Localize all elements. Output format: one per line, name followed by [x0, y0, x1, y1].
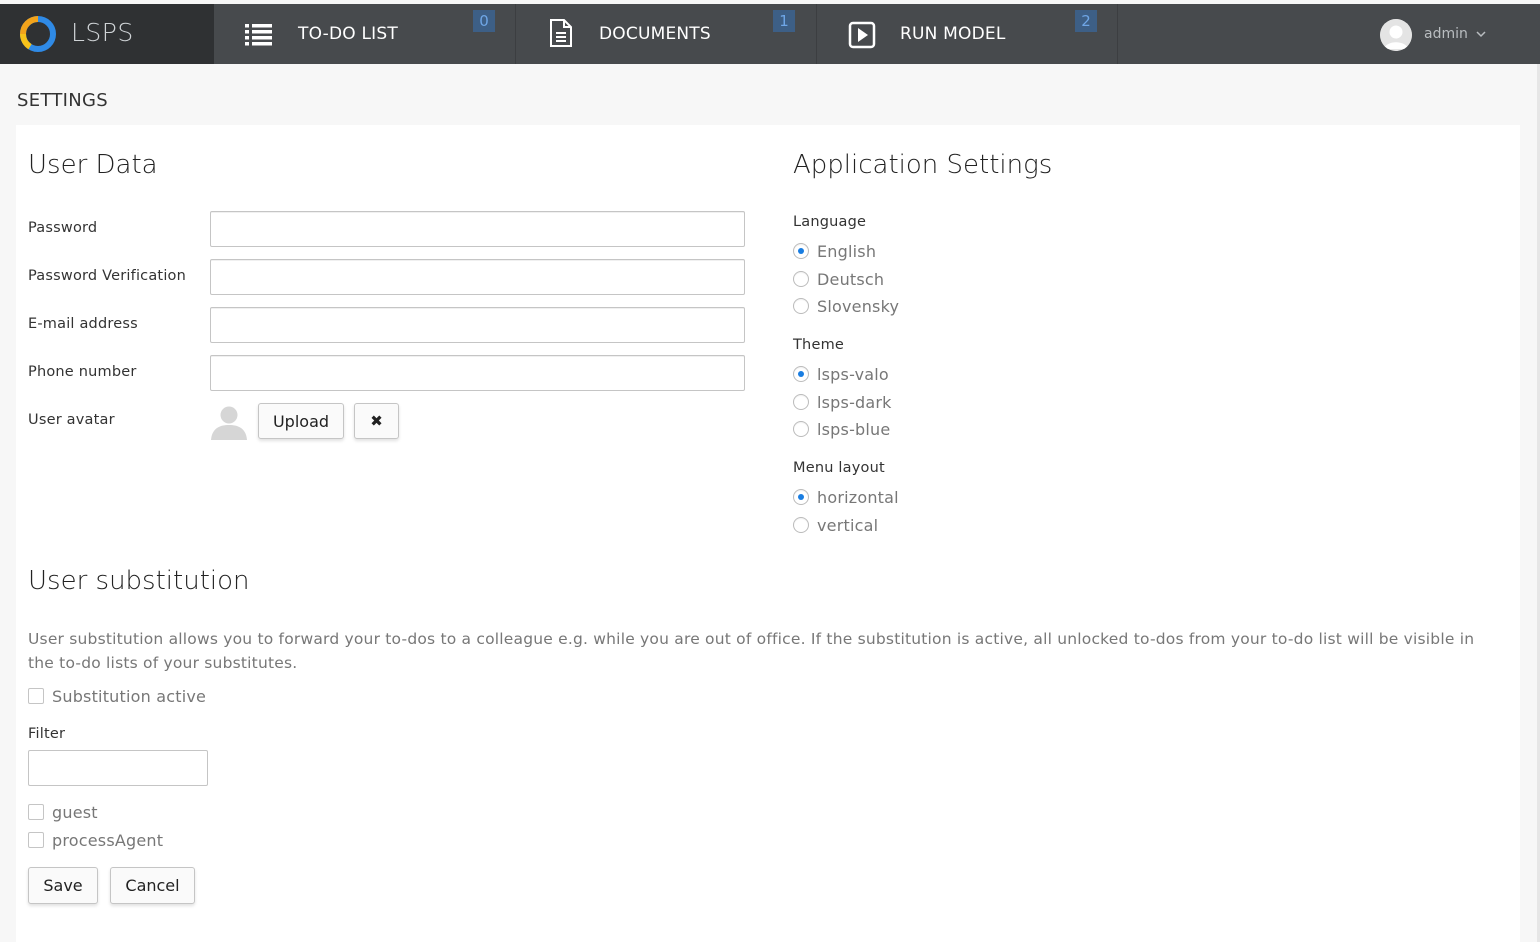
password-field[interactable]: [210, 211, 745, 247]
close-icon: ✖: [370, 412, 383, 430]
radio-label: lsps-dark: [817, 393, 892, 412]
nav-label: RUN MODEL: [900, 24, 1006, 44]
user-substitution-title: User substitution: [28, 566, 250, 596]
radio-unselected-icon: [793, 517, 809, 533]
radio-unselected-icon: [793, 421, 809, 437]
run-model-count-badge: 2: [1075, 10, 1097, 32]
radio-label: lsps-valo: [817, 365, 889, 384]
nav-label: TO-DO LIST: [298, 24, 398, 44]
application-settings-title: Application Settings: [793, 150, 1053, 180]
user-silhouette-icon: [1380, 19, 1412, 51]
nav-item-todo-list[interactable]: TO-DO LIST 0: [214, 4, 516, 64]
theme-label: Theme: [793, 337, 845, 353]
radio-unselected-icon: [793, 298, 809, 314]
page-title: SETTINGS: [17, 90, 109, 111]
documents-count-badge: 1: [773, 10, 795, 32]
phone-field[interactable]: [210, 355, 745, 391]
nav-item-run-model[interactable]: RUN MODEL 2: [816, 4, 1118, 64]
checkbox-icon: [28, 688, 44, 704]
logo-ring-icon: [19, 16, 56, 52]
password-verification-label: Password Verification: [28, 268, 187, 284]
email-field[interactable]: [210, 307, 745, 343]
todo-count-badge: 0: [473, 10, 495, 32]
top-navigation-bar: LSPS TO-DO LIST 0 DOCUMENTS 1 RUN MODEL …: [0, 4, 1540, 64]
avatar-label: User avatar: [28, 412, 115, 428]
user-menu[interactable]: admin: [1380, 19, 1510, 51]
app-logo[interactable]: LSPS: [0, 4, 214, 64]
radio-selected-icon: [793, 243, 809, 259]
nav-item-documents[interactable]: DOCUMENTS 1: [515, 4, 817, 64]
radio-unselected-icon: [793, 394, 809, 410]
radio-label: lsps-blue: [817, 420, 891, 439]
radio-label: vertical: [817, 516, 879, 535]
list-icon: [245, 24, 272, 46]
checkbox-label: processAgent: [52, 831, 164, 850]
user-avatar: [1380, 19, 1412, 51]
user-data-title: User Data: [28, 150, 158, 180]
email-label: E-mail address: [28, 316, 138, 332]
app-name: LSPS: [71, 18, 134, 47]
chevron-down-icon: [1476, 31, 1486, 38]
radio-label: English: [817, 242, 877, 261]
checkbox-icon: [28, 832, 44, 848]
radio-label: Slovensky: [817, 297, 900, 316]
upload-button[interactable]: Upload: [258, 403, 344, 439]
settings-panel: User Data Password Password Verification…: [16, 125, 1520, 942]
radio-label: horizontal: [817, 488, 899, 507]
password-verification-field[interactable]: [210, 259, 745, 295]
phone-label: Phone number: [28, 364, 137, 380]
checkbox-label: Substitution active: [52, 687, 207, 706]
menu-layout-label: Menu layout: [793, 460, 885, 476]
save-button[interactable]: Save: [28, 867, 98, 904]
substitution-description: User substitution allows you to forward …: [28, 630, 1475, 672]
radio-selected-icon: [793, 366, 809, 382]
radio-unselected-icon: [793, 271, 809, 287]
avatar-placeholder-icon: [211, 406, 247, 440]
document-icon: [550, 19, 572, 47]
nav-label: DOCUMENTS: [599, 24, 711, 44]
radio-label: Deutsch: [817, 270, 885, 289]
user-name: admin: [1424, 26, 1468, 42]
filter-input[interactable]: [28, 750, 208, 786]
language-label: Language: [793, 214, 867, 230]
filter-label: Filter: [28, 726, 66, 742]
radio-selected-icon: [793, 489, 809, 505]
checkbox-icon: [28, 804, 44, 820]
cancel-button[interactable]: Cancel: [110, 867, 195, 904]
checkbox-label: guest: [52, 803, 98, 822]
password-label: Password: [28, 220, 98, 236]
remove-avatar-button[interactable]: ✖: [354, 403, 399, 439]
play-icon: [848, 21, 876, 49]
